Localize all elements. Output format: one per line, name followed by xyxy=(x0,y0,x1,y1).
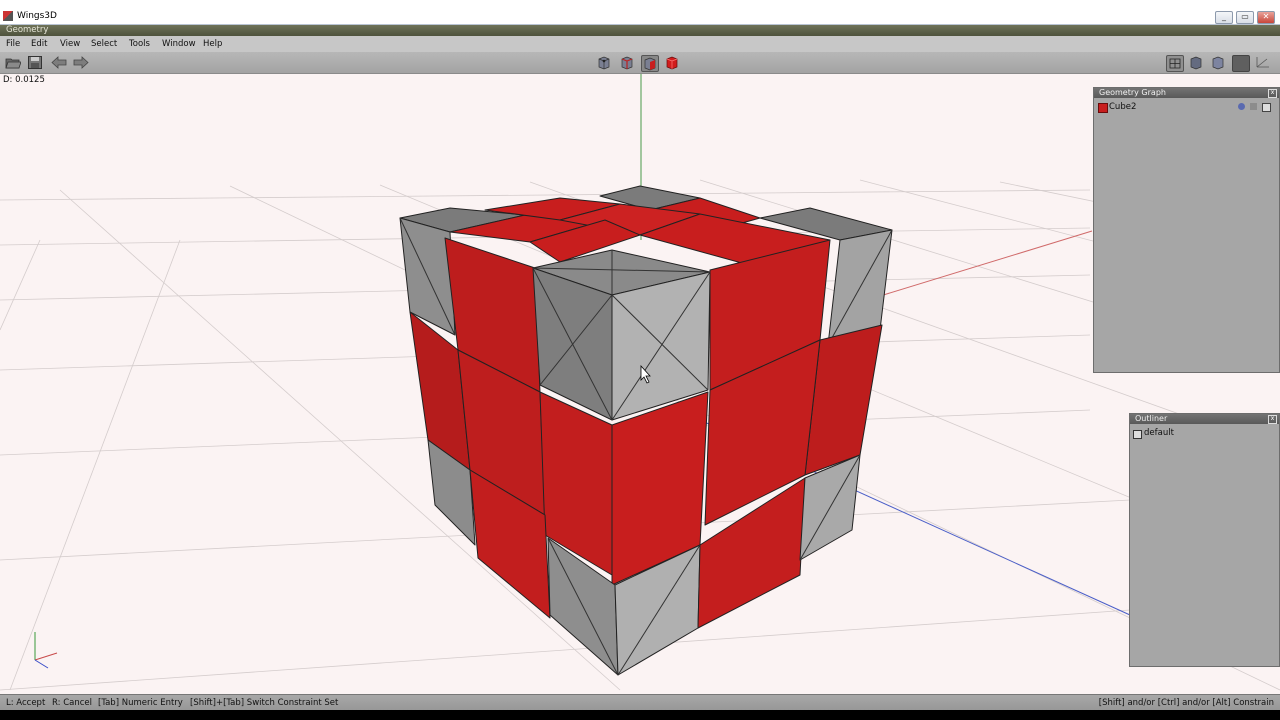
status-bar: L: Accept R: Cancel [Tab] Numeric Entry … xyxy=(0,694,1280,711)
menu-window[interactable]: Window xyxy=(162,39,196,49)
menu-file[interactable]: File xyxy=(6,39,20,49)
edge-mode-icon[interactable] xyxy=(619,55,635,70)
status-switch-constraint: [Shift]+[Tab] Switch Constraint Set xyxy=(190,698,339,708)
outliner-panel: Outliner x default xyxy=(1129,413,1280,667)
outliner-title: Outliner xyxy=(1130,414,1279,424)
maximize-button[interactable]: ▭ xyxy=(1236,11,1254,24)
menu-help[interactable]: Help xyxy=(203,39,222,49)
menu-select[interactable]: Select xyxy=(91,39,117,49)
vertex-mode-icon[interactable] xyxy=(596,55,612,70)
grid-view-icon[interactable] xyxy=(1166,55,1184,72)
distance-readout: D: 0.0125 xyxy=(3,75,45,85)
title-bar: Wings3D _ ▭ ✕ xyxy=(0,0,1280,25)
geometry-window-title: Geometry xyxy=(6,25,49,35)
menu-edit[interactable]: Edit xyxy=(31,39,47,49)
minimize-button[interactable]: _ xyxy=(1215,11,1233,24)
object-name[interactable]: Cube2 xyxy=(1109,102,1136,112)
redo-arrow-icon[interactable] xyxy=(72,55,89,70)
smooth-view-icon[interactable] xyxy=(1210,55,1226,70)
geometry-graph-title: Geometry Graph xyxy=(1094,88,1279,98)
body-mode-icon[interactable] xyxy=(664,55,680,70)
wireframe-toggle-icon[interactable] xyxy=(1262,103,1271,112)
close-icon[interactable]: x xyxy=(1268,415,1277,424)
menu-bar: File Edit View Select Tools Window Help xyxy=(0,36,1280,53)
undo-arrow-icon[interactable] xyxy=(50,55,67,70)
lock-icon[interactable] xyxy=(1250,103,1257,110)
status-accept: L: Accept xyxy=(6,698,46,708)
viewport-scene xyxy=(0,74,1280,691)
ground-plane-icon[interactable] xyxy=(1232,55,1250,72)
wings3d-app-icon xyxy=(3,11,13,21)
menu-tools[interactable]: Tools xyxy=(129,39,150,49)
close-icon[interactable]: x xyxy=(1268,89,1277,98)
eye-visibility-icon[interactable] xyxy=(1238,103,1245,110)
status-numeric-entry: [Tab] Numeric Entry xyxy=(98,698,183,708)
window-title: Wings3D xyxy=(17,11,57,21)
outliner-item-default[interactable]: default xyxy=(1144,428,1174,438)
x-axis-line xyxy=(879,230,1093,297)
geometry-graph-panel: Geometry Graph x Cube2 xyxy=(1093,87,1280,373)
toolbar xyxy=(0,52,1280,74)
axis-gizmo xyxy=(34,632,58,669)
close-window-button[interactable]: ✕ xyxy=(1257,11,1275,24)
shaded-view-icon[interactable] xyxy=(1188,55,1204,70)
open-file-icon[interactable] xyxy=(5,55,22,70)
cube-object-icon xyxy=(1098,103,1108,113)
save-icon[interactable] xyxy=(27,55,43,70)
status-constrain: [Shift] and/or [Ctrl] and/or [Alt] Const… xyxy=(1098,698,1274,708)
material-icon xyxy=(1133,430,1142,439)
3d-viewport[interactable] xyxy=(0,74,1280,694)
geometry-window-header: Geometry xyxy=(0,25,1280,36)
cube-mesh xyxy=(399,185,893,676)
menu-view[interactable]: View xyxy=(60,39,80,49)
face-mode-icon[interactable] xyxy=(641,55,659,72)
bottom-strip xyxy=(0,710,1280,720)
axes-view-icon[interactable] xyxy=(1255,55,1271,70)
status-cancel: R: Cancel xyxy=(52,698,93,708)
